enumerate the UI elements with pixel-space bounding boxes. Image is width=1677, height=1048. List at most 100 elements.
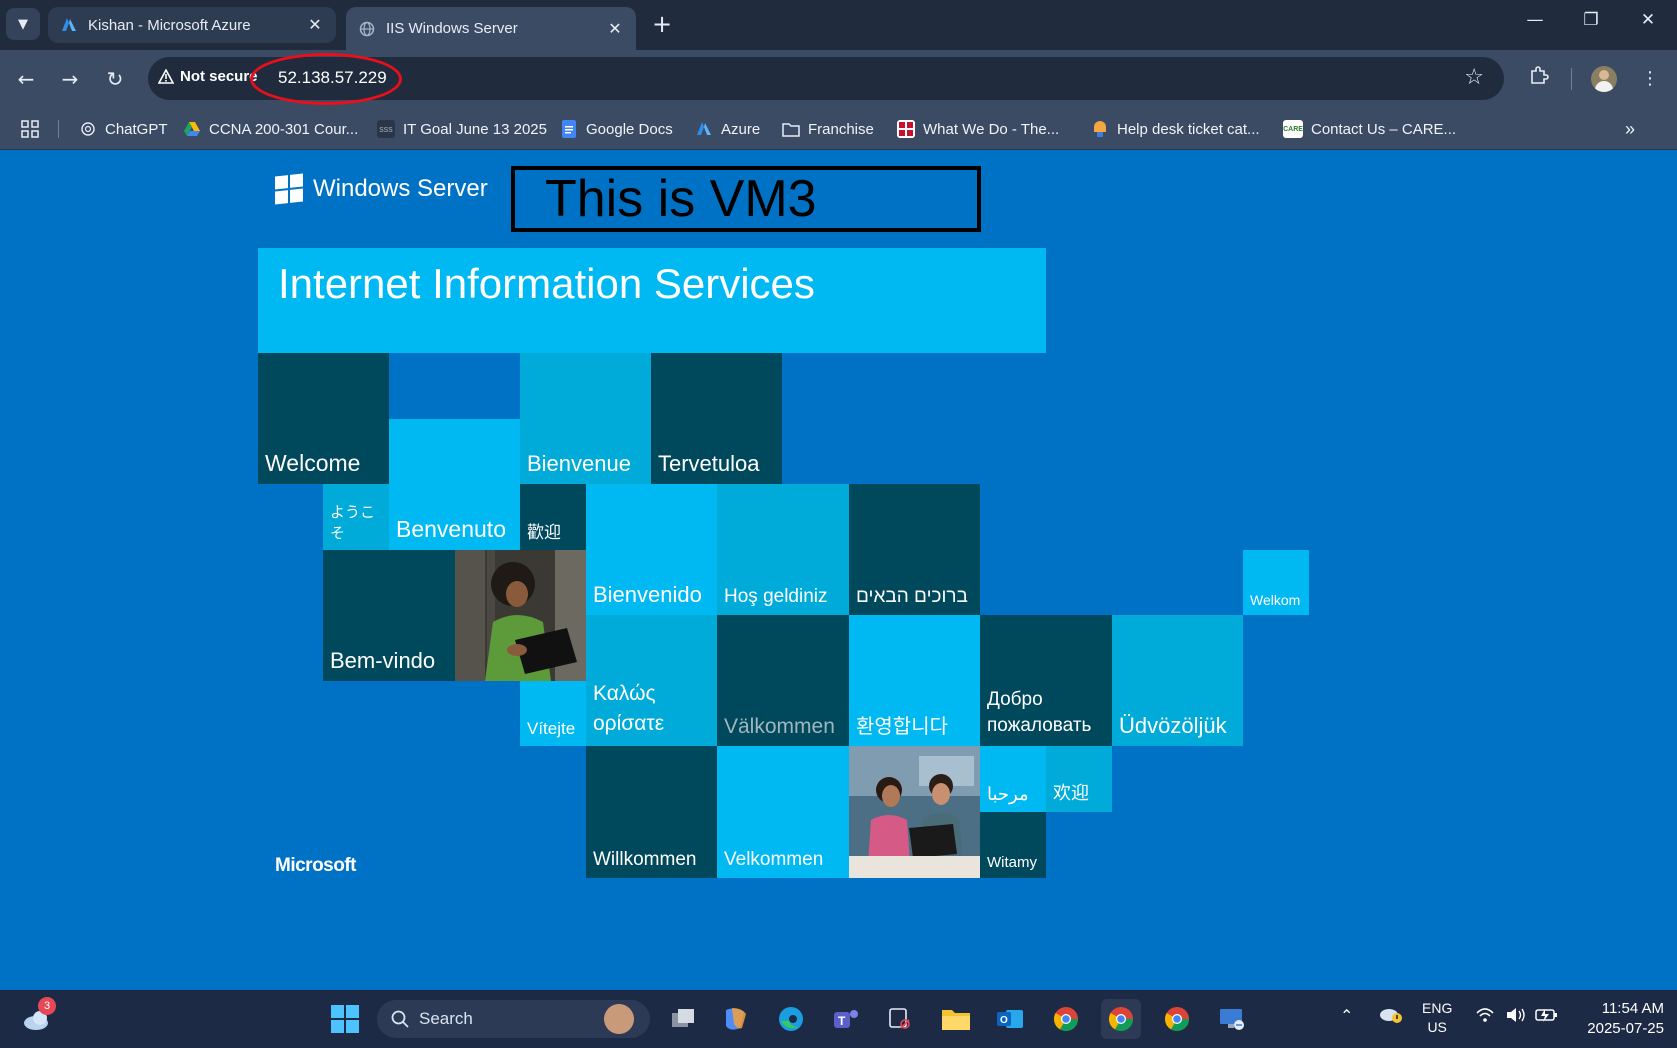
page-title: Internet Information Services	[258, 248, 1046, 353]
close-icon[interactable]: ✕	[606, 19, 624, 39]
bookmark-ccna[interactable]: CCNA 200-301 Cour...	[183, 117, 358, 141]
tile-valkommen: Välkommen	[717, 615, 849, 746]
region-code: US	[1427, 1019, 1447, 1035]
site-icon	[897, 120, 915, 138]
new-tab-button[interactable]: +	[648, 10, 676, 38]
show-hidden-icons-chevron-icon[interactable]: ⌃	[1340, 1006, 1353, 1026]
bookmark-label: What We Do - The...	[923, 120, 1060, 138]
tile-witamy: Witamy	[980, 812, 1046, 878]
restore-icon[interactable]: ❐	[1576, 10, 1606, 30]
minimize-icon[interactable]: —	[1520, 10, 1550, 30]
clock[interactable]: 11:54 AM 2025-07-25	[1572, 999, 1664, 1039]
back-icon[interactable]: ←	[12, 65, 40, 93]
iis-welcome-page: Windows Server This is VM3 Internet Info…	[0, 150, 1677, 990]
bookmark-contact-us[interactable]: CARE Contact Us – CARE...	[1283, 117, 1456, 141]
weather-badge: 3	[38, 997, 56, 1015]
language-code: ENG	[1422, 1000, 1453, 1016]
not-secure-label: Not secure	[180, 68, 258, 85]
volume-icon[interactable]	[1505, 1006, 1527, 1028]
more-bookmarks-icon[interactable]: »	[1625, 117, 1635, 141]
wifi-icon[interactable]	[1475, 1006, 1495, 1028]
tile-udvozoljuk: Üdvözöljük	[1112, 615, 1243, 746]
product-name: Windows Server	[313, 175, 488, 202]
bookmarks-bar: ChatGPT CCNA 200-301 Cour... sss IT Goal…	[0, 108, 1677, 150]
edge-icon[interactable]	[771, 999, 811, 1039]
windows-taskbar: 3 Search T O ⌃ ENG US 11:54 AM 2025-07-2…	[0, 990, 1677, 1048]
bookmark-label: IT Goal June 13 2025	[403, 120, 547, 138]
file-explorer-icon[interactable]	[936, 999, 976, 1039]
taskbar-search[interactable]: Search	[377, 1000, 650, 1038]
language-indicator[interactable]: ENG US	[1422, 999, 1452, 1037]
tile-blank	[389, 419, 520, 484]
copilot-icon[interactable]	[716, 999, 756, 1039]
tab-title: Kishan - Microsoft Azure	[88, 16, 251, 34]
bookmark-chatgpt[interactable]: ChatGPT	[79, 117, 168, 141]
avatar[interactable]	[1591, 65, 1619, 93]
tile-youkoso: ようこそ	[323, 484, 389, 550]
extensions-icon[interactable]	[1525, 65, 1553, 93]
remote-desktop-icon[interactable]	[1212, 999, 1252, 1039]
search-highlight-icon	[604, 1004, 634, 1034]
tile-welcome: Welcome	[258, 353, 389, 484]
bookmark-it-goal[interactable]: sss IT Goal June 13 2025	[377, 117, 547, 141]
tile-bienvenue: Bienvenue	[520, 353, 651, 484]
svg-text:T: T	[838, 1014, 846, 1028]
care-icon: CARE	[1283, 120, 1303, 138]
tile-huanying-simplified: 欢迎	[1046, 746, 1112, 812]
tile-welkom: Welkom	[1243, 550, 1309, 615]
chrome-icon[interactable]	[1046, 999, 1086, 1039]
windows-logo-icon	[331, 1005, 359, 1033]
bookmark-label: Contact Us – CARE...	[1311, 120, 1457, 138]
tile-blank	[389, 353, 520, 419]
bookmark-label: ChatGPT	[105, 120, 168, 138]
site-icon	[1091, 120, 1109, 138]
drive-icon	[183, 120, 201, 138]
warning-icon	[158, 69, 174, 84]
tile-huanying-traditional: 歡迎	[520, 484, 586, 550]
bookmark-what-we-do[interactable]: What We Do - The...	[897, 117, 1059, 141]
task-view-icon[interactable]	[663, 999, 703, 1039]
bookmark-google-docs[interactable]: Google Docs	[560, 117, 673, 141]
close-icon[interactable]: ✕	[306, 15, 324, 35]
bookmark-azure[interactable]: Azure	[695, 117, 760, 141]
bookmark-label: CCNA 200-301 Cour...	[209, 120, 359, 138]
forward-icon[interactable]: →	[56, 65, 84, 93]
search-icon	[391, 1010, 409, 1028]
site-info-button[interactable]: Not secure	[158, 68, 258, 85]
reload-icon[interactable]: ↻	[101, 65, 129, 93]
onedrive-warning-icon[interactable]	[1378, 1003, 1404, 1029]
teams-icon[interactable]: T	[826, 999, 866, 1039]
bookmark-star-icon[interactable]: ☆	[1464, 65, 1484, 90]
bookmark-label: Google Docs	[586, 120, 673, 138]
vm-banner: This is VM3	[511, 166, 981, 232]
start-button[interactable]	[325, 999, 365, 1039]
tile-benvenuto: Benvenuto	[389, 484, 520, 550]
bookmark-help-desk[interactable]: Help desk ticket cat...	[1091, 117, 1260, 141]
azure-icon	[60, 16, 78, 34]
tile-hwanyeong: 환영합니다	[849, 615, 980, 746]
tab-search-button[interactable]: ▼	[6, 8, 40, 40]
tile-hos-geldiniz: Hoş geldiniz	[717, 484, 849, 615]
battery-icon[interactable]	[1535, 1006, 1559, 1028]
weather-widget[interactable]: 3	[18, 997, 58, 1039]
tab-azure[interactable]: Kishan - Microsoft Azure ✕	[48, 7, 336, 43]
chatgpt-icon	[79, 120, 97, 138]
menu-kebab-icon[interactable]: ⋮	[1636, 65, 1664, 93]
tile-willkommen: Willkommen	[586, 746, 717, 878]
tile-tervetuloa: Tervetuloa	[651, 353, 782, 484]
globe-icon	[358, 20, 376, 38]
azure-icon	[695, 120, 713, 138]
snipping-tool-icon[interactable]	[880, 999, 920, 1039]
windows-server-logo: Windows Server	[275, 173, 488, 205]
tab-iis[interactable]: IIS Windows Server ✕	[346, 7, 636, 50]
bookmark-label: Help desk ticket cat...	[1117, 120, 1260, 138]
chrome-profile-icon[interactable]	[1157, 999, 1197, 1039]
apps-grid-icon[interactable]	[20, 117, 40, 141]
outlook-icon[interactable]: O	[990, 999, 1030, 1039]
tile-bruchim-habaim: ברוכים הבאים	[849, 484, 980, 615]
tab-strip: ▼ Kishan - Microsoft Azure ✕ IIS Windows…	[0, 0, 1677, 50]
close-window-icon[interactable]: ✕	[1633, 10, 1663, 30]
bookmark-franchise[interactable]: Franchise	[782, 117, 874, 141]
chrome-active-icon[interactable]	[1101, 999, 1141, 1039]
url-highlight-circle	[250, 53, 402, 105]
